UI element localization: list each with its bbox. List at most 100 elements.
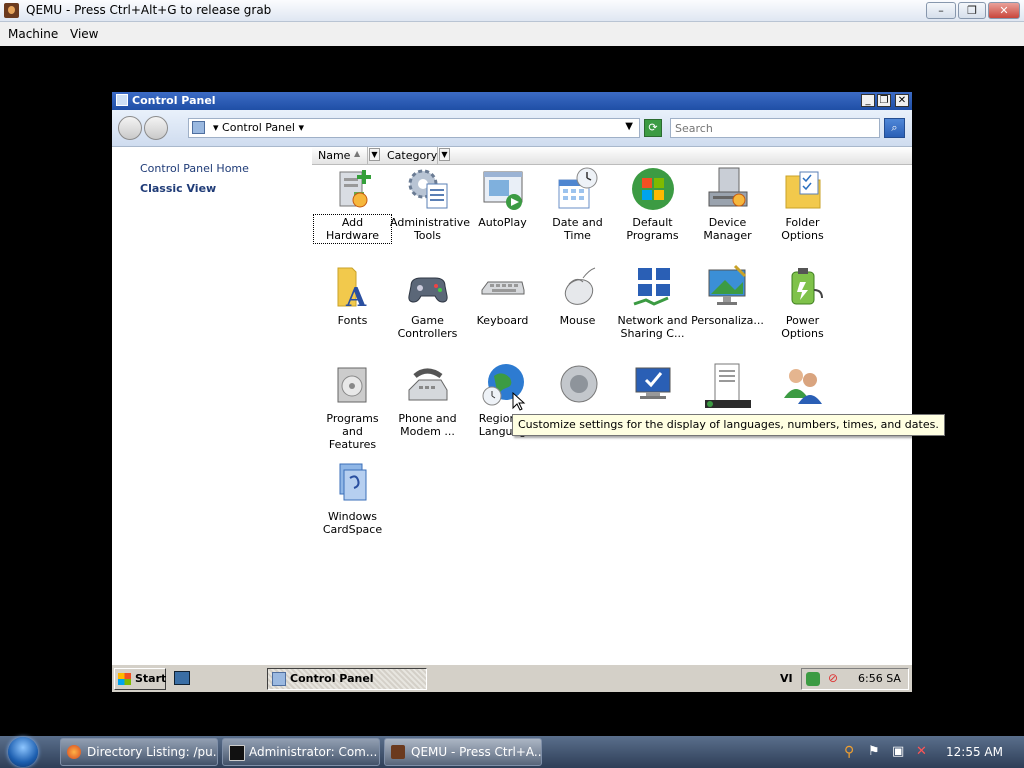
user-accounts-icon [780, 362, 826, 408]
default-programs-icon [630, 166, 676, 212]
taskbar-button-firefox[interactable]: Directory Listing: /pu... [60, 738, 218, 766]
item-programs-features[interactable]: Programs and Features [315, 362, 390, 451]
item-system[interactable] [615, 362, 690, 412]
category-filter-dropdown-icon[interactable]: ▼ [439, 148, 450, 161]
host-close-button[interactable]: ✕ [988, 2, 1020, 19]
classic-view-link[interactable]: Classic View [140, 182, 216, 195]
programs-features-icon [330, 362, 376, 408]
item-taskbar[interactable] [690, 362, 765, 412]
tooltip: Customize settings for the display of la… [512, 414, 945, 436]
qemu-app-icon [4, 3, 19, 18]
guest-clock[interactable]: 6:56 SA [858, 672, 901, 685]
system-icon [630, 362, 676, 408]
host-restore-button[interactable]: ❐ [958, 2, 986, 19]
qemu-taskbar-icon [391, 745, 405, 759]
item-sound[interactable] [540, 362, 615, 412]
column-name[interactable]: Name [318, 149, 350, 162]
back-button[interactable] [118, 116, 142, 140]
volume-muted-icon[interactable]: ⊘ [828, 671, 838, 685]
network-tray-icon[interactable] [806, 672, 820, 686]
start-button[interactable]: Start [114, 668, 166, 690]
search-icon[interactable]: ⌕ [884, 118, 905, 138]
menu-machine[interactable]: Machine [8, 27, 58, 41]
windows-cardspace-icon [330, 460, 376, 506]
item-fonts[interactable]: A Fonts [315, 264, 390, 327]
item-keyboard[interactable]: Keyboard [465, 264, 540, 327]
host-menu-bar: Machine View [0, 22, 1024, 46]
host-minimize-button[interactable]: – [926, 2, 956, 19]
personalization-icon [705, 264, 751, 310]
fonts-icon: A [330, 264, 376, 313]
volume-host-muted-icon[interactable]: ✕ [916, 744, 927, 759]
svg-text:A: A [345, 283, 367, 310]
game-controllers-icon [405, 264, 451, 310]
address-toolbar: ▾ Control Panel ▾ ▼ ⟳ ⌕ [112, 110, 912, 147]
cmd-icon [229, 745, 245, 761]
item-autoplay[interactable]: AutoPlay [465, 166, 540, 229]
mouse-cursor-icon [512, 392, 526, 411]
windows-flag-icon [118, 673, 131, 685]
address-bar[interactable]: ▾ Control Panel ▾ ▼ [188, 118, 640, 138]
guest-screen: Control Panel _ ❐ ✕ ▾ Control Panel ▾ ▼ … [112, 92, 945, 692]
control-panel-home-link[interactable]: Control Panel Home [140, 162, 249, 175]
task-pane: Control Panel Home Classic View [112, 147, 312, 663]
menu-view[interactable]: View [70, 27, 98, 41]
key-tray-icon[interactable]: ⚲ [844, 744, 854, 760]
name-filter-dropdown-icon[interactable]: ▼ [369, 148, 380, 161]
host-clock[interactable]: 12:55 AM [946, 745, 1003, 759]
control-panel-window-icon [116, 94, 128, 106]
network-sharing-icon [630, 264, 676, 310]
power-options-icon [780, 264, 826, 310]
windows-orb-icon[interactable] [8, 737, 38, 767]
keyboard-icon [480, 264, 526, 310]
item-folder-options[interactable]: Folder Options [765, 166, 840, 242]
item-device-manager[interactable]: Device Manager [690, 166, 765, 242]
refresh-icon[interactable]: ⟳ [644, 119, 662, 137]
item-add-hardware[interactable]: Add Hardware [313, 166, 392, 244]
item-date-and-time[interactable]: Date and Time [540, 166, 615, 242]
autoplay-icon [480, 166, 526, 212]
cp-close-button[interactable]: ✕ [895, 94, 909, 107]
date-and-time-icon [555, 166, 601, 212]
item-mouse[interactable]: Mouse [540, 264, 615, 327]
column-category[interactable]: Category [387, 149, 437, 162]
search-input[interactable] [670, 118, 880, 138]
control-panel-small-icon [272, 672, 286, 686]
address-text: ▾ Control Panel ▾ [213, 121, 304, 134]
host-taskbar: Directory Listing: /pu... Administrator:… [0, 736, 1024, 768]
column-header-bar: Name ▲ ▼ Category ▼ [312, 147, 912, 165]
language-indicator[interactable]: VI [780, 672, 793, 685]
host-window-title: QEMU - Press Ctrl+Alt+G to release grab [26, 3, 272, 17]
item-game-controllers[interactable]: Game Controllers [390, 264, 465, 340]
mouse-icon [555, 264, 601, 310]
taskbar-button-cmd[interactable]: Administrator: Com... [222, 738, 380, 766]
item-power-options[interactable]: Power Options [765, 264, 840, 340]
administrative-tools-icon [405, 166, 451, 212]
forward-button[interactable] [144, 116, 168, 140]
taskbar-button-control-panel[interactable]: Control Panel [267, 668, 427, 690]
sound-icon [555, 362, 601, 408]
address-dropdown-icon[interactable]: ▼ [625, 121, 633, 132]
item-default-programs[interactable]: Default Programs [615, 166, 690, 242]
flag-tray-icon[interactable]: ⚑ [868, 744, 880, 759]
phone-modem-icon [405, 362, 451, 408]
control-panel-title-bar: Control Panel _ ❐ ✕ [112, 92, 912, 110]
item-user-accounts[interactable] [765, 362, 840, 412]
folder-options-icon [780, 166, 826, 212]
item-phone-modem[interactable]: Phone and Modem ... [390, 362, 465, 438]
item-personalization[interactable]: Personaliza... [690, 264, 765, 327]
item-administrative-tools[interactable]: Administrative Tools [390, 166, 470, 242]
item-windows-cardspace[interactable]: Windows CardSpace [315, 460, 390, 536]
sort-up-icon: ▲ [354, 149, 361, 158]
device-manager-icon [705, 166, 751, 212]
item-network-sharing[interactable]: Network and Sharing C... [615, 264, 690, 340]
show-desktop-icon[interactable] [174, 671, 190, 685]
firefox-icon [67, 745, 81, 759]
host-title-bar: QEMU - Press Ctrl+Alt+G to release grab … [0, 0, 1024, 22]
network-host-tray-icon[interactable]: ▣ [892, 744, 904, 759]
taskbar-icon [704, 362, 751, 408]
add-hardware-icon [330, 166, 376, 212]
taskbar-button-qemu[interactable]: QEMU - Press Ctrl+A... [384, 738, 542, 766]
cp-minimize-button[interactable]: _ [861, 94, 875, 107]
cp-restore-button[interactable]: ❐ [877, 94, 891, 107]
